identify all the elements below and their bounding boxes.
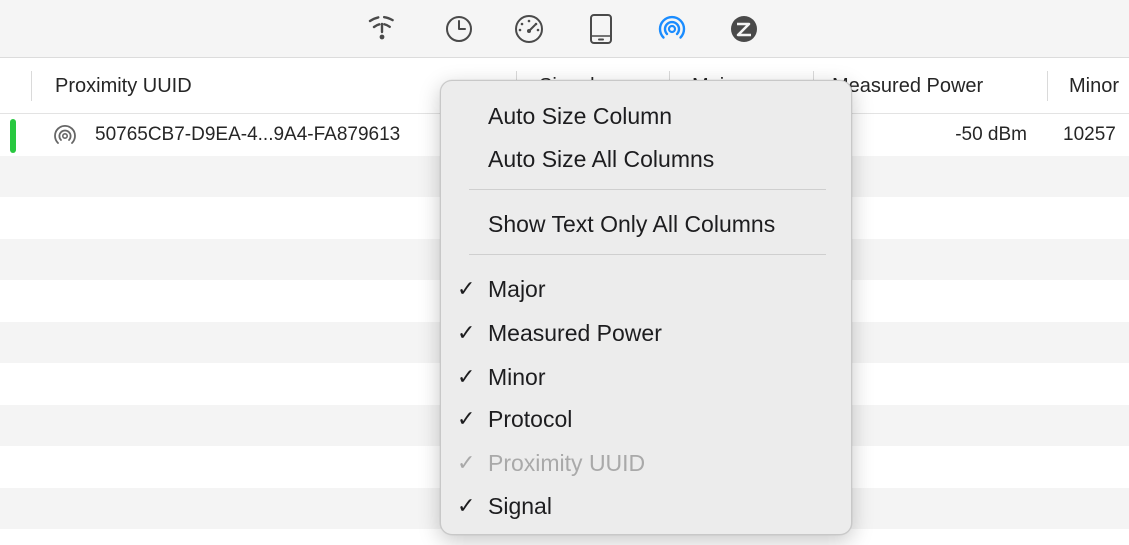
menu-item-label: Signal: [488, 493, 552, 519]
checkmark-icon: ✓: [457, 320, 476, 345]
menu-item-auto-size-all-columns[interactable]: Auto Size All Columns: [441, 139, 851, 179]
menu-item-label: Auto Size All Columns: [488, 146, 715, 172]
toolbar: [0, 0, 1129, 58]
menu-item-auto-size-column[interactable]: Auto Size Column: [441, 96, 851, 136]
menu-item-toggle-measured-power[interactable]: ✓ Measured Power: [441, 313, 851, 353]
checkmark-icon: ✓: [457, 450, 476, 475]
column-context-menu: Auto Size Column Auto Size All Columns S…: [440, 80, 852, 535]
checkmark-icon: ✓: [457, 364, 476, 389]
minor-cell: 10257: [1063, 124, 1116, 145]
phone-device-icon[interactable]: [585, 13, 617, 45]
ibeacon-icon: [54, 124, 76, 144]
menu-separator: [469, 189, 826, 190]
speedometer-icon[interactable]: [513, 13, 545, 45]
menu-item-label: Major: [488, 276, 546, 302]
zigbee-icon[interactable]: [728, 13, 760, 45]
proximity-uuid-cell: 50765CB7-D9EA-4...9A4-FA879613: [95, 124, 401, 145]
menu-item-toggle-minor[interactable]: ✓ Minor: [441, 357, 851, 397]
menu-item-label: Protocol: [488, 406, 573, 432]
ibeacon-icon[interactable]: [656, 13, 688, 45]
signal-strength-indicator: [10, 119, 16, 153]
checkmark-icon: ✓: [457, 276, 476, 301]
menu-item-label: Auto Size Column: [488, 103, 673, 129]
column-header-measured-power[interactable]: Measured Power: [832, 58, 1032, 113]
menu-item-toggle-proximity-uuid: ✓ Proximity UUID: [441, 443, 851, 483]
menu-separator: [469, 254, 826, 255]
column-header-proximity-uuid[interactable]: Proximity UUID: [55, 58, 495, 113]
clock-icon[interactable]: [443, 13, 475, 45]
menu-item-toggle-protocol[interactable]: ✓ Protocol: [441, 399, 851, 439]
menu-item-label: Measured Power: [488, 320, 662, 346]
column-divider[interactable]: [31, 71, 32, 101]
menu-item-label: Show Text Only All Columns: [488, 211, 776, 237]
column-header-minor[interactable]: Minor: [1069, 58, 1129, 113]
app-window: Proximity UUID Signal Major Measured Pow…: [0, 0, 1129, 545]
menu-item-show-text-only-all-columns[interactable]: Show Text Only All Columns: [441, 204, 851, 244]
menu-item-label: Proximity UUID: [488, 450, 646, 476]
column-divider[interactable]: [1047, 71, 1048, 101]
menu-item-label: Minor: [488, 364, 546, 390]
wifi-icon[interactable]: [366, 13, 398, 45]
measured-power-cell: -50 dBm: [955, 124, 1027, 145]
checkmark-icon: ✓: [457, 493, 476, 518]
checkmark-icon: ✓: [457, 406, 476, 431]
menu-item-toggle-signal[interactable]: ✓ Signal: [441, 486, 851, 526]
menu-item-toggle-major[interactable]: ✓ Major: [441, 269, 851, 309]
